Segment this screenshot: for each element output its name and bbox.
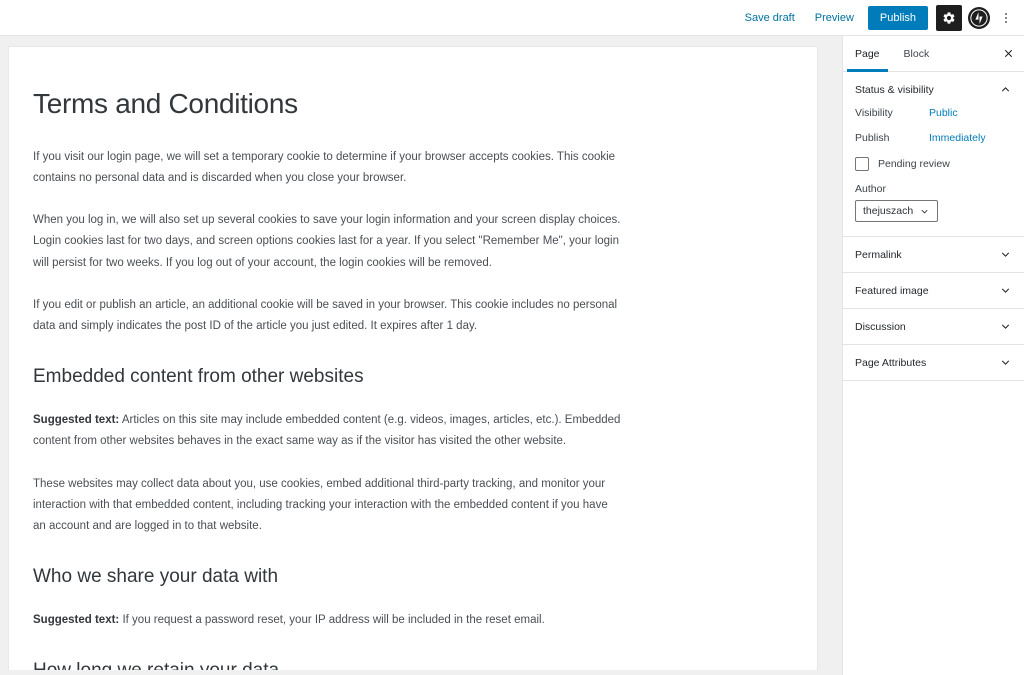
panel-page-attributes: Page Attributes xyxy=(843,345,1024,381)
panel-permalink: Permalink xyxy=(843,237,1024,273)
author-label: Author xyxy=(855,183,886,195)
chevron-down-icon xyxy=(1001,252,1010,257)
publish-date-label: Publish xyxy=(855,132,890,144)
preview-button[interactable]: Preview xyxy=(805,6,864,30)
settings-gear-button[interactable] xyxy=(936,4,962,31)
panel-permalink-header[interactable]: Permalink xyxy=(843,237,1024,272)
page-title[interactable]: Terms and Conditions xyxy=(33,87,793,121)
paragraph-block[interactable]: Suggested text: If you request a passwor… xyxy=(33,610,621,631)
panel-page-attributes-header[interactable]: Page Attributes xyxy=(843,345,1024,380)
panel-featured-image-title: Featured image xyxy=(855,284,929,297)
heading-block[interactable]: How long we retain your data xyxy=(33,659,793,670)
chevron-down-icon xyxy=(1001,288,1010,293)
suggested-text-body: Articles on this site may include embedd… xyxy=(33,414,621,448)
chevron-up-icon xyxy=(1001,87,1010,92)
paragraph-block[interactable]: Suggested text: Articles on this site ma… xyxy=(33,410,621,453)
pending-review-checkbox[interactable] xyxy=(855,157,869,171)
editor-body: Terms and Conditions If you visit our lo… xyxy=(0,36,1024,675)
jetpack-logo-icon xyxy=(969,8,989,27)
suggested-text-label: Suggested text: xyxy=(33,614,120,627)
panel-featured-image-header[interactable]: Featured image xyxy=(843,273,1024,308)
suggested-text-label: Suggested text: xyxy=(33,414,120,427)
editor-canvas-wrap: Terms and Conditions If you visit our lo… xyxy=(0,36,842,675)
paragraph-block[interactable]: If you edit or publish an article, an ad… xyxy=(33,295,621,338)
heading-block[interactable]: Who we share your data with xyxy=(33,565,793,590)
pending-review-row: Pending review xyxy=(855,157,1012,171)
tab-page[interactable]: Page xyxy=(843,36,892,72)
tab-block[interactable]: Block xyxy=(892,36,942,71)
chevron-down-icon xyxy=(1001,360,1010,365)
publish-button[interactable]: Publish xyxy=(867,5,928,30)
heading-block[interactable]: Embedded content from other websites xyxy=(33,365,793,390)
paragraph-block[interactable]: When you log in, we will also set up sev… xyxy=(33,210,621,274)
panel-featured-image: Featured image xyxy=(843,273,1024,309)
publish-date-row: Publish Immediately xyxy=(855,132,1012,144)
panel-discussion-title: Discussion xyxy=(855,320,906,333)
header-actions: Save draft Preview Publish xyxy=(735,3,1018,33)
vertical-ellipsis-icon xyxy=(1005,12,1007,15)
panel-status-body: Visibility Public Publish Immediately Pe… xyxy=(843,107,1024,236)
settings-sidebar: Page Block Status & visibility Visibilit… xyxy=(842,36,1024,675)
pending-review-label[interactable]: Pending review xyxy=(878,158,950,170)
visibility-label: Visibility xyxy=(855,107,893,119)
panel-status-title: Status & visibility xyxy=(855,83,934,96)
sidebar-tabs: Page Block xyxy=(843,36,1024,72)
visibility-row: Visibility Public xyxy=(855,107,1012,119)
visibility-value-button[interactable]: Public xyxy=(929,107,958,119)
publish-date-value-button[interactable]: Immediately xyxy=(929,132,986,144)
vertical-ellipsis-icon xyxy=(1005,20,1007,23)
vertical-ellipsis-icon xyxy=(1005,16,1007,19)
editor-content: Terms and Conditions If you visit our lo… xyxy=(9,47,817,670)
close-icon xyxy=(1004,49,1012,58)
chevron-down-icon xyxy=(921,209,928,213)
paragraph-block[interactable]: If you visit our login page, we will set… xyxy=(33,147,621,190)
close-sidebar-button[interactable] xyxy=(992,36,1024,71)
author-select-value: thejuszach xyxy=(863,205,914,217)
editor-header: Save draft Preview Publish xyxy=(0,0,1024,36)
suggested-text-body: If you request a password reset, your IP… xyxy=(119,614,545,627)
gear-icon xyxy=(943,11,955,24)
editor-canvas[interactable]: Terms and Conditions If you visit our lo… xyxy=(8,46,818,670)
save-draft-button[interactable]: Save draft xyxy=(735,6,805,30)
panel-page-attributes-title: Page Attributes xyxy=(855,356,927,369)
panel-discussion-header[interactable]: Discussion xyxy=(843,309,1024,344)
panel-status-header[interactable]: Status & visibility xyxy=(843,72,1024,107)
panel-discussion: Discussion xyxy=(843,309,1024,345)
author-select[interactable]: thejuszach xyxy=(855,200,939,222)
paragraph-block[interactable]: These websites may collect data about yo… xyxy=(33,474,621,538)
jetpack-button[interactable] xyxy=(968,6,990,29)
chevron-down-icon xyxy=(1001,324,1010,329)
author-field: Author thejuszach xyxy=(855,183,1012,222)
panel-permalink-title: Permalink xyxy=(855,248,902,261)
panel-status-and-visibility: Status & visibility Visibility Public Pu… xyxy=(843,72,1024,237)
more-options-button[interactable] xyxy=(994,3,1018,33)
